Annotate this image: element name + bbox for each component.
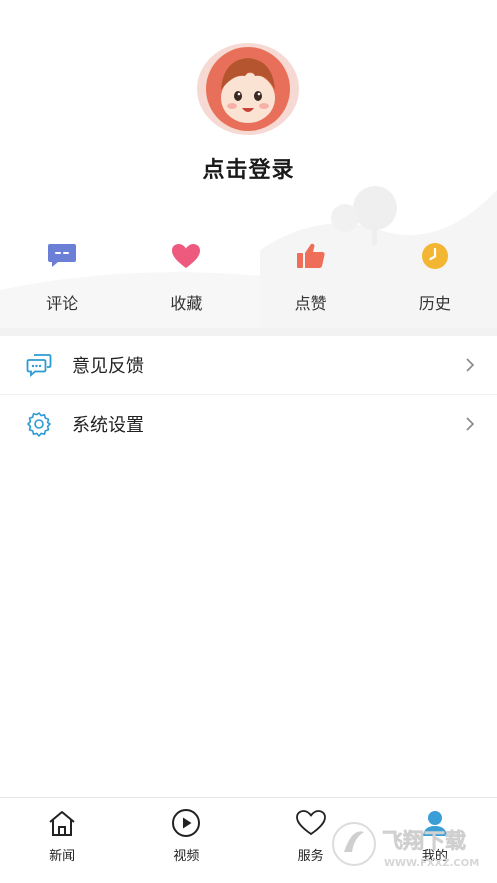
menu-item-feedback[interactable]: 意见反馈 xyxy=(0,336,497,394)
login-prompt[interactable]: 点击登录 xyxy=(0,152,497,184)
quick-action-label: 评论 xyxy=(46,294,79,313)
quick-action-favorite[interactable]: 收藏 xyxy=(124,238,248,318)
menu-item-settings[interactable]: 系统设置 xyxy=(0,394,497,452)
quick-action-label: 收藏 xyxy=(170,294,203,313)
chevron-right-icon xyxy=(463,355,477,375)
tab-news[interactable]: 新闻 xyxy=(0,798,124,883)
menu-item-label: 系统设置 xyxy=(72,414,144,436)
play-icon xyxy=(170,807,202,839)
quick-action-label: 历史 xyxy=(418,294,451,313)
quick-action-comment[interactable]: 评论 xyxy=(0,238,124,318)
home-icon xyxy=(46,807,78,839)
section-divider xyxy=(0,328,497,336)
bottom-tab-bar: 新闻 视频 服务 我的 xyxy=(0,797,497,883)
comment-icon xyxy=(44,238,80,274)
quick-action-label: 点赞 xyxy=(294,294,327,313)
quick-action-like[interactable]: 点赞 xyxy=(249,238,373,318)
user-icon xyxy=(419,807,451,839)
tab-mine[interactable]: 我的 xyxy=(373,798,497,883)
profile-header: 点击登录 评论 收藏 点赞 历史 xyxy=(0,0,497,328)
tab-label: 视频 xyxy=(173,849,200,864)
avatar[interactable] xyxy=(197,43,299,135)
tab-services[interactable]: 服务 xyxy=(249,798,373,883)
gear-icon xyxy=(26,411,52,437)
tab-label: 我的 xyxy=(421,849,448,864)
tab-video[interactable]: 视频 xyxy=(124,798,248,883)
tab-label: 服务 xyxy=(297,849,324,864)
heart-outline-icon xyxy=(295,807,327,839)
avatar-cartoon-icon xyxy=(206,47,290,131)
feedback-icon xyxy=(26,352,52,378)
quick-actions: 评论 收藏 点赞 历史 xyxy=(0,238,497,318)
settings-menu: 意见反馈 系统设置 xyxy=(0,336,497,452)
menu-item-label: 意见反馈 xyxy=(72,356,144,377)
thumbs-up-icon xyxy=(293,238,329,274)
clock-icon xyxy=(417,238,453,274)
quick-action-history[interactable]: 历史 xyxy=(373,238,497,318)
chevron-right-icon xyxy=(463,414,477,434)
heart-icon xyxy=(168,238,204,274)
tab-label: 新闻 xyxy=(49,849,76,864)
